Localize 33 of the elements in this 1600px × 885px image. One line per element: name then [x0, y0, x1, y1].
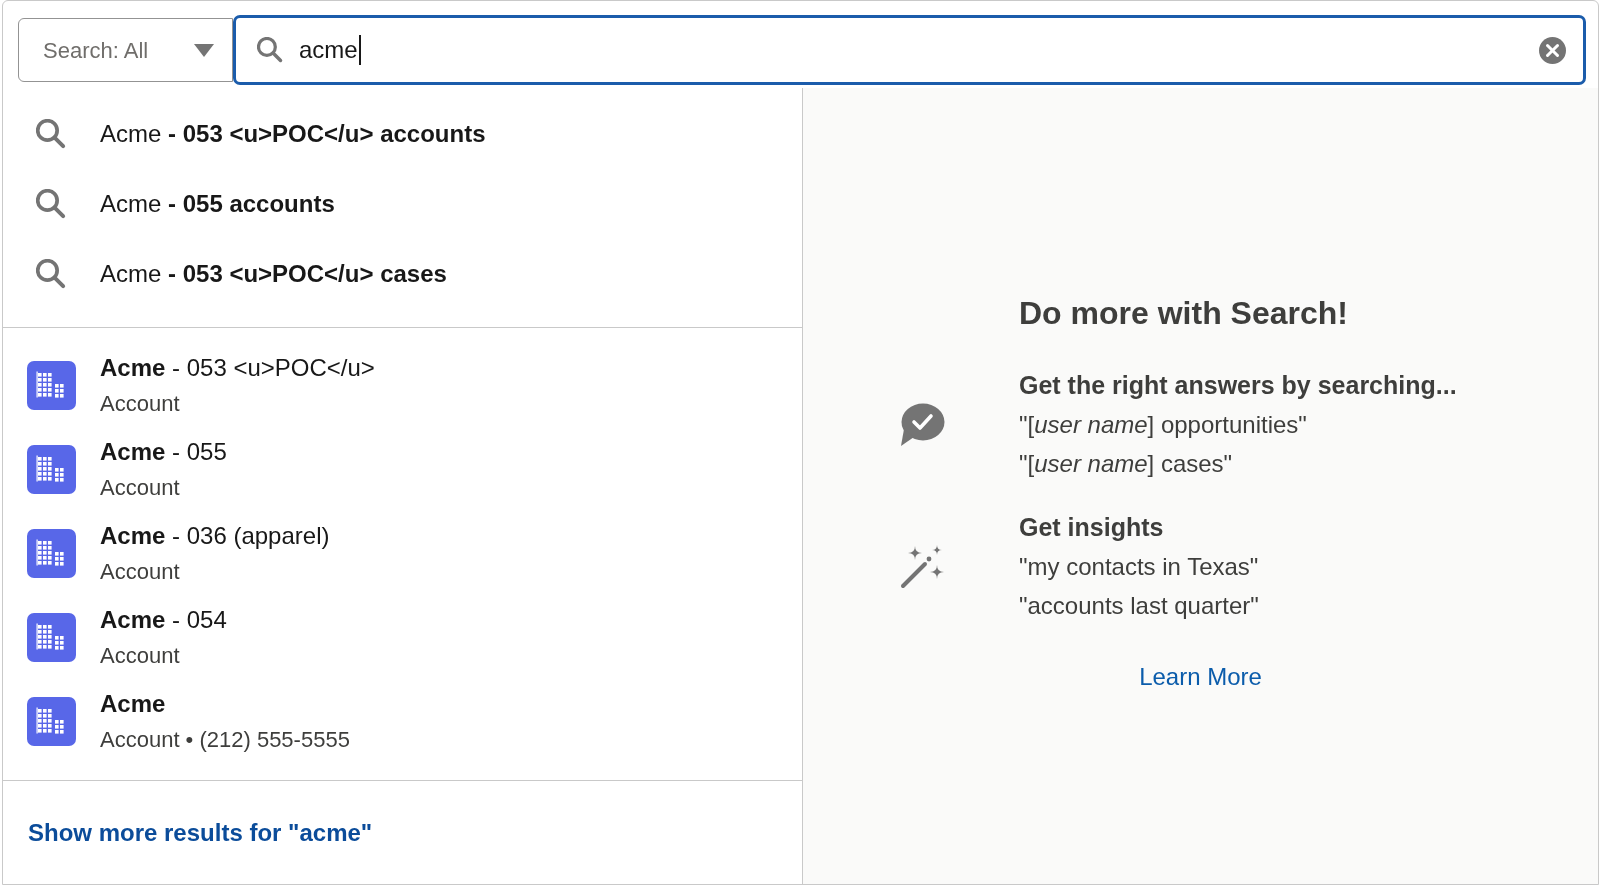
building-icon — [27, 529, 76, 578]
example-query: "[user name] cases" — [1019, 449, 1234, 479]
tips-heading: Do more with Search! — [1019, 294, 1349, 333]
suggestion-item[interactable]: Acme - 053 <u>POC</u> accounts — [3, 99, 802, 169]
result-item[interactable]: Acme - 054 Account — [3, 596, 802, 680]
tip-title: Get insights — [1019, 512, 1165, 543]
caret-down-icon — [194, 43, 214, 57]
search-icon — [257, 37, 283, 63]
suggestion-item[interactable]: Acme - 053 <u>POC</u> cases — [3, 239, 802, 309]
search-field[interactable]: acme — [233, 15, 1586, 85]
suggestion-item[interactable]: Acme - 055 accounts — [3, 169, 802, 239]
tip-title: Get the right answers by searching... — [1019, 370, 1457, 401]
result-item[interactable]: Acme - 053 <u>POC</u> Account — [3, 344, 802, 428]
learn-more-link[interactable]: Learn More — [1139, 657, 1262, 696]
example-query: "my contacts in Texas" — [1019, 552, 1259, 582]
scope-dropdown[interactable]: Search: All — [18, 18, 233, 82]
clear-icon — [1539, 36, 1566, 64]
search-icon — [36, 189, 66, 219]
text-cursor — [358, 35, 361, 65]
search-icon — [36, 119, 66, 149]
result-item[interactable]: Acme - 055 Account — [3, 428, 802, 512]
building-icon — [27, 613, 76, 662]
example-query: "[user name] opportunities" — [1019, 410, 1308, 440]
result-item[interactable]: Acme - 036 (apparel) Account — [3, 512, 802, 596]
clear-button[interactable] — [1539, 36, 1566, 64]
building-icon — [27, 445, 76, 494]
result-item[interactable]: Acme Account • (212) 555-5555 — [3, 680, 802, 764]
chat-check-icon — [899, 402, 945, 447]
example-query: "accounts last quarter" — [1019, 591, 1259, 621]
building-icon — [27, 361, 76, 410]
building-icon — [27, 697, 76, 746]
show-more-link[interactable]: Show more results for "acme" — [28, 814, 373, 851]
search-icon — [36, 259, 66, 289]
